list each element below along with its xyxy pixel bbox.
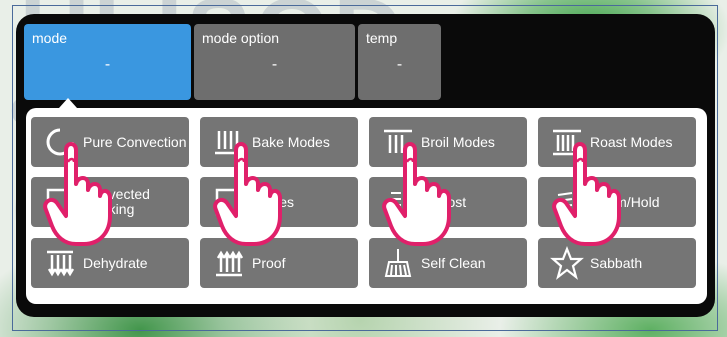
proof-icon xyxy=(216,250,244,277)
star-icon xyxy=(550,246,584,280)
dehydrate-icon xyxy=(47,250,75,277)
button-label: Proof xyxy=(252,254,286,271)
tab-mode-value: - xyxy=(104,56,111,73)
tap-hand-icon xyxy=(43,142,112,246)
broom-icon xyxy=(384,249,412,277)
tap-hand-icon xyxy=(213,142,282,246)
tab-mode-option-label: mode option xyxy=(202,30,280,46)
button-label: Sabbath xyxy=(590,254,643,271)
tab-temp[interactable]: temp - xyxy=(358,24,441,100)
tab-temp-value: - xyxy=(396,56,403,73)
tab-mode[interactable]: mode - xyxy=(24,24,191,100)
tab-mode-label: mode xyxy=(32,30,68,46)
tab-mode-option[interactable]: mode option - xyxy=(194,24,355,100)
tap-hand-icon xyxy=(552,142,621,246)
tab-temp-label: temp xyxy=(366,30,398,46)
tap-hand-icon xyxy=(382,142,451,246)
tab-mode-option-value: - xyxy=(271,56,278,73)
active-tab-caret xyxy=(59,98,77,108)
button-label: Self Clean xyxy=(421,254,486,271)
button-label: Dehydrate xyxy=(83,254,148,271)
